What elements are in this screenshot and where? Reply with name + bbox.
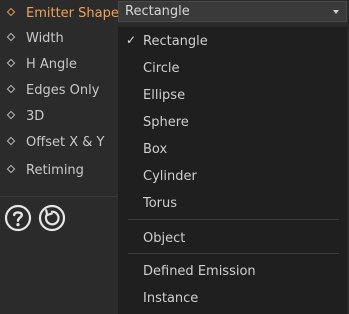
menu-item-circle[interactable]: Circle (118, 56, 347, 81)
keyframe-diamond-icon[interactable] (6, 136, 16, 146)
menu-item-defined-emission[interactable]: Defined Emission (118, 259, 347, 284)
keyframe-diamond-icon[interactable] (6, 110, 16, 120)
property-label: 3D (26, 108, 45, 124)
property-label: Emitter Shape (26, 5, 119, 21)
menu-item-label: Instance (143, 291, 199, 306)
checkmark-icon: ✓ (126, 33, 137, 47)
reset-icon[interactable] (38, 204, 66, 232)
menu-item-label: Object (143, 231, 186, 246)
menu-item-object[interactable]: Object (118, 226, 347, 251)
dropdown-menu: ✓ Rectangle Circle Ellipse Sphere Box Cy… (118, 27, 347, 314)
menu-item-label: Sphere (143, 115, 189, 130)
menu-item-torus[interactable]: Torus (118, 191, 347, 216)
menu-item-instance[interactable]: Instance (118, 286, 347, 311)
property-h-angle[interactable]: H Angle (0, 51, 118, 77)
property-label: Retiming (26, 162, 84, 178)
property-retiming[interactable]: Retiming (0, 157, 118, 183)
property-edges-only[interactable]: Edges Only (0, 77, 118, 103)
keyframe-diamond-icon[interactable] (6, 58, 16, 68)
keyframe-diamond-icon[interactable] (6, 7, 16, 17)
property-label: Offset X & Y (26, 134, 105, 150)
chevron-down-icon[interactable] (333, 10, 339, 14)
menu-item-ellipse[interactable]: Ellipse (118, 83, 347, 108)
menu-separator (128, 219, 339, 220)
emitter-shape-dropdown[interactable]: Rectangle (118, 1, 347, 22)
menu-item-rectangle[interactable]: ✓ Rectangle (118, 29, 347, 54)
menu-item-label: Box (143, 142, 168, 157)
property-label: H Angle (26, 56, 77, 72)
property-3d[interactable]: 3D (0, 103, 118, 129)
help-icon[interactable] (4, 204, 32, 232)
menu-item-label: Torus (143, 196, 178, 211)
keyframe-diamond-icon[interactable] (6, 84, 16, 94)
dropdown-value: Rectangle (125, 4, 190, 19)
property-label: Width (26, 30, 64, 46)
keyframe-diamond-icon[interactable] (6, 164, 16, 174)
property-list: Emitter Shape Width H Angle Edges Only 3… (0, 0, 119, 314)
menu-separator (128, 253, 339, 254)
property-label: Edges Only (26, 82, 100, 98)
property-offset-xy[interactable]: Offset X & Y (0, 129, 118, 155)
menu-item-label: Rectangle (143, 34, 208, 49)
menu-item-sphere[interactable]: Sphere (118, 110, 347, 135)
property-emitter-shape[interactable]: Emitter Shape (0, 0, 119, 26)
menu-item-label: Ellipse (143, 88, 186, 103)
menu-item-box[interactable]: Box (118, 137, 347, 162)
menu-item-cylinder[interactable]: Cylinder (118, 164, 347, 189)
divider (0, 196, 118, 197)
menu-item-label: Defined Emission (143, 264, 256, 279)
keyframe-diamond-icon[interactable] (6, 32, 16, 42)
menu-item-label: Cylinder (143, 169, 197, 184)
menu-item-label: Circle (143, 61, 180, 76)
property-width[interactable]: Width (0, 25, 118, 51)
